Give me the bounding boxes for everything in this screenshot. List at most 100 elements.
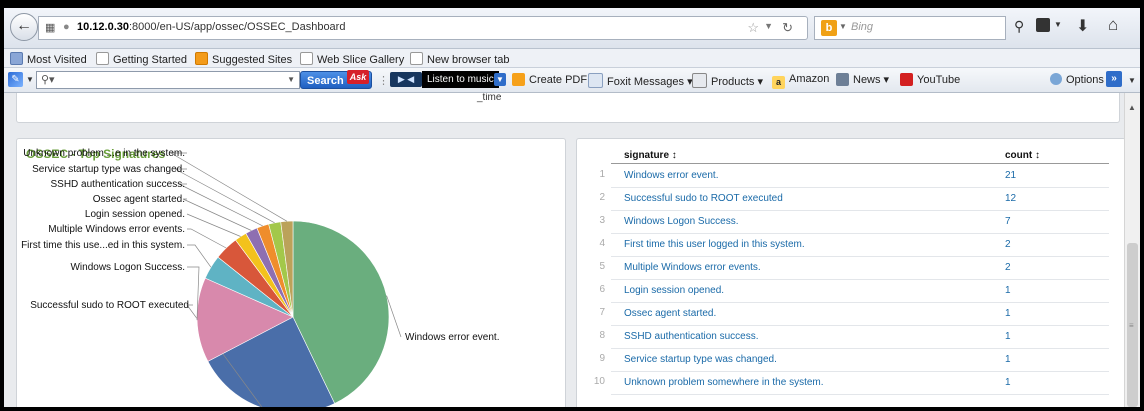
bookmark-suggested-sites[interactable]: Suggested Sites	[195, 52, 292, 66]
listen-to-music-button[interactable]: Listen to music	[422, 71, 499, 88]
chevron-down-icon[interactable]: ▼	[494, 73, 506, 86]
count-link[interactable]: 2	[1005, 262, 1011, 273]
suggested-sites-icon	[195, 52, 208, 65]
signature-link[interactable]: Ossec agent started.	[624, 308, 716, 319]
row-number: 7	[599, 307, 605, 318]
time-axis-label: _time	[477, 93, 502, 103]
bookmark-label: Getting Started	[113, 54, 187, 66]
star-icon[interactable]: ☆	[747, 20, 759, 36]
scrollbar-thumb[interactable]: ≡	[1127, 243, 1138, 407]
pdf-icon	[512, 73, 525, 86]
bookmark-most-visited[interactable]: Most Visited	[10, 52, 87, 66]
signature-link[interactable]: SSHD authentication success.	[624, 331, 759, 342]
count-link[interactable]: 21	[1005, 170, 1016, 181]
foxit-messages-button[interactable]: Foxit Messages ▾	[588, 73, 693, 88]
news-icon	[836, 73, 849, 86]
signature-link[interactable]: Successful sudo to ROOT executed	[624, 193, 783, 204]
pie-slice-label: Service startup type was changed.	[32, 164, 185, 175]
ask-logo-icon[interactable]: Ask	[347, 70, 369, 84]
count-link[interactable]: 1	[1005, 308, 1011, 319]
pie-slice-label: First time this use...ed in this system.	[21, 240, 185, 251]
home-icon[interactable]: ⌂	[1108, 15, 1118, 35]
signature-link[interactable]: Unknown problem somewhere in the system.	[624, 377, 824, 388]
youtube-icon	[900, 73, 913, 86]
signature-link[interactable]: Service startup type was changed.	[624, 354, 777, 365]
header-divider	[611, 163, 1109, 164]
news-button[interactable]: News ▾	[836, 73, 889, 86]
page-icon	[96, 52, 109, 65]
count-link[interactable]: 1	[1005, 285, 1011, 296]
column-header-count[interactable]: count ↕	[1005, 150, 1040, 161]
count-link[interactable]: 1	[1005, 331, 1011, 342]
signature-link[interactable]: Windows Logon Success.	[624, 216, 739, 227]
row-number: 5	[599, 261, 605, 272]
table-row[interactable]: 10 Unknown problem somewhere in the syste…	[587, 372, 1109, 395]
table-row[interactable]: 7 Ossec agent started. 1	[587, 303, 1109, 326]
download-icon[interactable]: ⬇	[1076, 16, 1089, 36]
chevron-down-icon[interactable]: ▼	[1054, 20, 1062, 29]
chevron-down-icon[interactable]: ▼	[287, 75, 295, 84]
signature-link[interactable]: Windows error event.	[624, 170, 718, 181]
vertical-scrollbar[interactable]: ▲ ≡	[1124, 93, 1140, 407]
table-row[interactable]: 8 SSHD authentication success. 1	[587, 326, 1109, 349]
navigation-bar: ← ▦ ● 10.12.0.30:8000/en-US/app/ossec/OS…	[4, 8, 1140, 49]
search-icon[interactable]: ⚲	[1014, 18, 1024, 35]
table-row[interactable]: 3 Windows Logon Success. 7	[587, 211, 1109, 234]
pie-leader-line	[187, 266, 200, 321]
bookmark-new-browser-tab[interactable]: New browser tab	[410, 52, 510, 66]
address-bar[interactable]: ▦ ● 10.12.0.30:8000/en-US/app/ossec/OSSE…	[38, 16, 808, 40]
options-button[interactable]: Options ▾	[1050, 73, 1113, 86]
pie-slice-label: Login session opened.	[85, 209, 185, 220]
more-button[interactable]: »	[1106, 71, 1122, 87]
table-row[interactable]: 4 First time this user logged in this sys…	[587, 234, 1109, 257]
signature-link[interactable]: First time this user logged in this syst…	[624, 239, 805, 250]
signature-link[interactable]: Login session opened.	[624, 285, 724, 296]
row-number: 3	[599, 215, 605, 226]
amazon-button[interactable]: a Amazon	[772, 73, 829, 89]
grip-icon: ≡	[1129, 321, 1134, 330]
reload-icon[interactable]: ↻	[782, 20, 793, 36]
pie-leader-line	[169, 152, 287, 222]
count-link[interactable]: 12	[1005, 193, 1016, 204]
search-engine-box[interactable]: b ▼ Bing	[814, 16, 1006, 40]
table-row[interactable]: 1 Windows error event. 21	[587, 165, 1109, 188]
bookmark-getting-started[interactable]: Getting Started	[96, 52, 187, 66]
toolbar-logo-icon[interactable]: ✎	[8, 72, 23, 87]
products-button[interactable]: Products ▾	[692, 73, 763, 88]
page-icon	[410, 52, 423, 65]
amazon-icon: a	[772, 76, 785, 89]
pie-chart[interactable]: Windows error event. Successful sudo to R…	[17, 139, 565, 407]
row-number: 10	[593, 376, 605, 387]
pie-slice-label: SSHD authentication success.	[50, 179, 185, 190]
history-dropdown-icon[interactable]: ▼	[764, 21, 773, 31]
play-controls-icon[interactable]: ▶ ◀	[390, 72, 422, 87]
options-icon	[1050, 73, 1062, 85]
table-row[interactable]: 2 Successful sudo to ROOT executed 12	[587, 188, 1109, 211]
bookmark-label: Web Slice Gallery	[317, 54, 405, 66]
signature-link[interactable]: Multiple Windows error events.	[624, 262, 761, 273]
bookmarks-bar: Most Visited Getting Started Suggested S…	[4, 49, 1140, 68]
back-button[interactable]: ←	[10, 13, 38, 41]
timeline-panel: _time	[16, 93, 1120, 123]
chevron-down-icon[interactable]: ▼	[26, 75, 34, 84]
bookmark-icon[interactable]	[1036, 18, 1050, 32]
scroll-up-arrow-icon[interactable]: ▲	[1128, 103, 1136, 112]
youtube-button[interactable]: YouTube	[900, 73, 960, 86]
count-link[interactable]: 1	[1005, 354, 1011, 365]
column-header-signature[interactable]: signature ↕	[624, 150, 677, 161]
table-row[interactable]: 9 Service startup type was changed. 1	[587, 349, 1109, 372]
bookmark-web-slice-gallery[interactable]: Web Slice Gallery	[300, 52, 404, 66]
toolbar-search-input[interactable]: ⚲▾ ▼	[36, 71, 300, 89]
chevron-down-icon[interactable]: ▼	[839, 22, 847, 31]
bing-logo-icon[interactable]: b	[821, 20, 837, 36]
page-grid-icon[interactable]: ▦	[45, 21, 55, 34]
table-row[interactable]: 5 Multiple Windows error events. 2	[587, 257, 1109, 280]
url-text[interactable]: 10.12.0.30:8000/en-US/app/ossec/OSSEC_Da…	[77, 21, 345, 33]
row-number: 8	[599, 330, 605, 341]
table-row[interactable]: 6 Login session opened. 1	[587, 280, 1109, 303]
count-link[interactable]: 1	[1005, 377, 1011, 388]
create-pdf-button[interactable]: Create PDF	[512, 73, 587, 86]
chevron-down-icon[interactable]: ▼	[1128, 76, 1136, 85]
count-link[interactable]: 2	[1005, 239, 1011, 250]
count-link[interactable]: 7	[1005, 216, 1011, 227]
